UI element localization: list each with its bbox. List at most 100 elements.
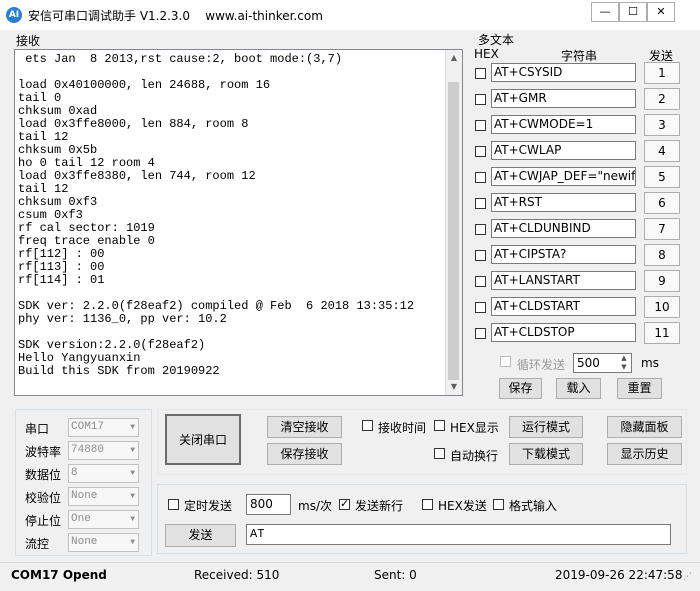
timed-send-checkbox[interactable] (168, 499, 179, 510)
hex-row-checkbox[interactable] (475, 224, 486, 235)
save-multi-button[interactable]: 保存 (499, 378, 542, 399)
loop-interval-value: 500 (577, 356, 600, 370)
timed-send-label: 定时发送 (184, 499, 233, 513)
command-text: AT+LANSTART (494, 273, 580, 287)
hex-row-checkbox[interactable] (475, 172, 486, 183)
send-button[interactable]: 发送 (165, 524, 236, 547)
command-input[interactable]: AT+LANSTART (491, 271, 636, 290)
hex-display-label: HEX显示 (450, 421, 499, 435)
scroll-down-icon[interactable]: ▼ (446, 379, 462, 395)
send-row-button[interactable]: 8 (644, 244, 680, 266)
baud-select[interactable]: 74880 ▼ (68, 441, 139, 460)
loop-send-checkbox[interactable] (500, 356, 511, 367)
receive-scrollbar[interactable]: ▲ ▼ (445, 50, 462, 395)
databits-value: 8 (71, 467, 78, 479)
hex-row-checkbox[interactable] (475, 146, 486, 157)
interval-input[interactable]: 800 (246, 494, 291, 515)
title-bar: AI 安信可串口调试助手 V1.2.3.0 www.ai-thinker.com… (0, 0, 700, 30)
command-input[interactable]: AT+CWMODE=1 (491, 115, 636, 134)
save-receive-button[interactable]: 保存接收 (267, 443, 342, 465)
maximize-button[interactable]: ☐ (619, 2, 647, 22)
hex-row-checkbox[interactable] (475, 328, 486, 339)
send-row-button[interactable]: 9 (644, 270, 680, 292)
hex-row-checkbox[interactable] (475, 198, 486, 209)
send-row-button[interactable]: 5 (644, 166, 680, 188)
command-text: AT+CLDUNBIND (494, 221, 591, 235)
send-row-button[interactable]: 6 (644, 192, 680, 214)
load-multi-button[interactable]: 载入 (556, 378, 601, 399)
recv-time-checkbox[interactable] (362, 420, 373, 431)
command-text: AT+CLDSTART (494, 299, 580, 313)
command-input[interactable]: AT+CWJAP_DEF="newifi_ (491, 167, 636, 186)
show-history-button[interactable]: 显示历史 (607, 443, 682, 465)
chevron-down-icon: ▼ (130, 538, 135, 547)
run-mode-button[interactable]: 运行模式 (509, 416, 583, 438)
command-input[interactable]: AT+CLDUNBIND (491, 219, 636, 238)
scroll-thumb[interactable] (448, 82, 459, 380)
hex-row-checkbox[interactable] (475, 276, 486, 287)
reset-multi-button[interactable]: 重置 (617, 378, 662, 399)
hex-display-checkbox[interactable] (434, 420, 445, 431)
receive-text: ets Jan 8 2013,rst cause:2, boot mode:(3… (18, 53, 415, 378)
send-row-button[interactable]: 1 (644, 62, 680, 84)
parity-select[interactable]: None ▼ (68, 487, 139, 506)
databits-select[interactable]: 8 ▼ (68, 464, 139, 483)
interval-value: 800 (250, 497, 273, 511)
loop-interval-spinner-icon[interactable]: ▲ ▼ (618, 354, 630, 372)
send-row-button[interactable]: 7 (644, 218, 680, 240)
parity-value: None (71, 490, 98, 502)
hex-row-checkbox[interactable] (475, 302, 486, 313)
receive-textarea[interactable]: ets Jan 8 2013,rst cause:2, boot mode:(3… (14, 49, 463, 396)
command-input[interactable]: AT+CWLAP (491, 141, 636, 160)
send-row-button[interactable]: 4 (644, 140, 680, 162)
command-text: AT+CSYSID (494, 65, 563, 79)
flow-select[interactable]: None ▼ (68, 533, 139, 552)
multi-text-title: 多文本 (478, 33, 515, 47)
window-title: 安信可串口调试助手 V1.2.3.0 www.ai-thinker.com (28, 7, 323, 24)
command-input[interactable]: AT+CLDSTART (491, 297, 636, 316)
command-text: AT+CWLAP (494, 143, 562, 157)
send-input[interactable]: AT (246, 524, 671, 545)
loop-send-label: 循环发送 (517, 358, 566, 372)
databits-label: 数据位 (25, 468, 62, 482)
format-input-checkbox[interactable] (493, 499, 504, 510)
close-port-button[interactable]: 关闭串口 (165, 414, 241, 465)
auto-newline-checkbox[interactable] (434, 448, 445, 459)
chevron-down-icon: ▼ (130, 492, 135, 501)
command-text: AT+CLDSTOP (494, 325, 575, 339)
command-input[interactable]: AT+CLDSTOP (491, 323, 636, 342)
send-row-button[interactable]: 11 (644, 322, 680, 344)
port-select[interactable]: COM17 ▼ (68, 418, 139, 437)
close-button[interactable]: ✕ (647, 2, 675, 22)
receive-label: 接收 (16, 34, 41, 48)
auto-newline-label: 自动换行 (450, 449, 499, 463)
command-input[interactable]: AT+RST (491, 193, 636, 212)
clear-receive-button[interactable]: 清空接收 (267, 416, 342, 438)
stopbits-select[interactable]: One ▼ (68, 510, 139, 529)
download-mode-button[interactable]: 下载模式 (509, 443, 583, 465)
hide-panel-button[interactable]: 隐藏面板 (607, 416, 682, 438)
datetime: 2019-09-26 22:47:58 (555, 568, 683, 582)
hex-row-checkbox[interactable] (475, 250, 486, 261)
hex-send-checkbox[interactable] (422, 499, 433, 510)
send-newline-label: 发送新行 (355, 499, 404, 513)
command-input[interactable]: AT+CSYSID (491, 63, 636, 82)
send-row-button[interactable]: 3 (644, 114, 680, 136)
hex-row-checkbox[interactable] (475, 94, 486, 105)
scroll-up-icon[interactable]: ▲ (446, 50, 462, 66)
parity-label: 校验位 (25, 491, 62, 505)
minimize-button[interactable]: — (591, 2, 619, 22)
string-column-header: 字符串 (561, 49, 598, 63)
received-count: Received: 510 (194, 568, 280, 582)
hex-send-label: HEX发送 (438, 499, 487, 513)
chevron-down-icon: ▼ (130, 446, 135, 455)
send-row-button[interactable]: 10 (644, 296, 680, 318)
command-input[interactable]: AT+GMR (491, 89, 636, 108)
send-newline-checkbox[interactable] (339, 497, 350, 510)
resize-grip-icon[interactable]: ⋰ (683, 572, 692, 582)
hex-row-checkbox[interactable] (475, 120, 486, 131)
stopbits-label: 停止位 (25, 514, 62, 528)
hex-row-checkbox[interactable] (475, 68, 486, 79)
command-input[interactable]: AT+CIPSTA? (491, 245, 636, 264)
send-row-button[interactable]: 2 (644, 88, 680, 110)
